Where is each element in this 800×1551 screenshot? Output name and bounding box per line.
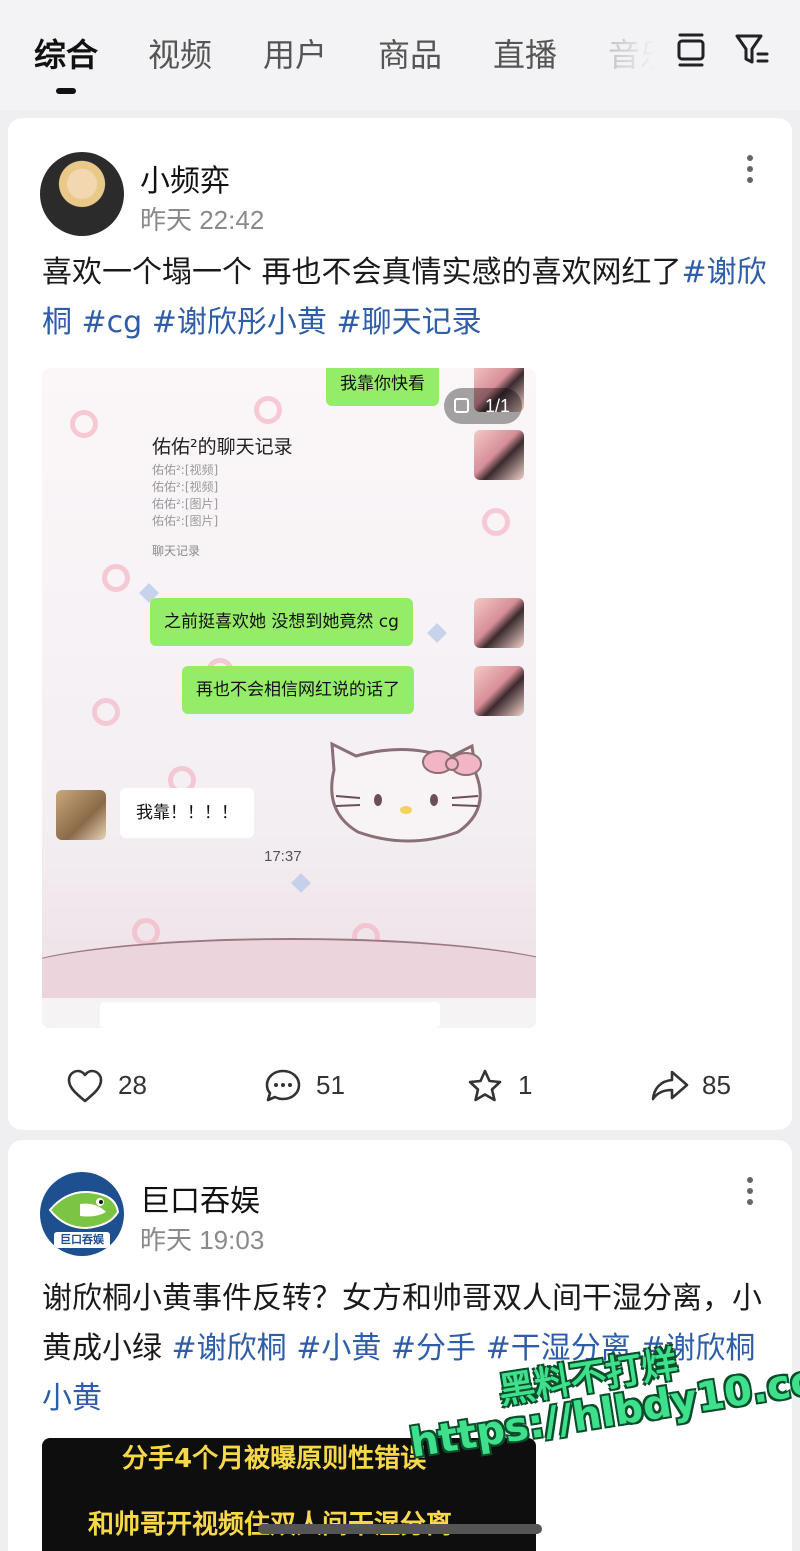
chat-avatar-dog — [56, 790, 106, 840]
decor-heart — [291, 873, 311, 893]
heart-icon — [67, 1069, 103, 1103]
tab-comprehensive[interactable]: 综合 — [34, 30, 98, 76]
share-button[interactable]: 85 — [650, 1066, 780, 1106]
share-icon — [651, 1070, 689, 1101]
record-line: 佑佑²:[视频] — [152, 463, 219, 477]
chat-timestamp: 17:37 — [264, 848, 302, 865]
hashtag[interactable]: #谢欣桐 — [172, 1331, 287, 1366]
chat-bubble-sent: 我靠你快看 — [326, 368, 439, 406]
image-pager: 1/1 — [444, 388, 522, 424]
active-tab-indicator — [56, 88, 76, 94]
record-line: 佑佑²:[图片] — [152, 497, 219, 511]
tab-products[interactable]: 商品 — [378, 30, 442, 76]
hashtag[interactable]: #谢欣彤小黄 — [152, 305, 327, 340]
decor-swirl — [102, 564, 130, 592]
decor-swirl — [70, 410, 98, 438]
hashtag[interactable]: #小黄 — [296, 1331, 381, 1366]
author-avatar[interactable]: 巨口吞娱 — [40, 1172, 124, 1256]
thumbnail-caption: 和帅哥开视频住双人间干湿分离 — [88, 1504, 452, 1541]
post-time: 昨天 19:03 — [140, 1225, 265, 1255]
record-footer: 聊天记录 — [152, 544, 201, 558]
decor-swirl — [482, 508, 510, 536]
comment-count: 51 — [316, 1070, 345, 1100]
chat-input-field — [100, 1002, 440, 1028]
post-image[interactable]: 我靠你快看 1/1 佑佑²的聊天记录 佑佑²:[视频] 佑佑²:[视频] 佑佑²… — [42, 368, 536, 1028]
pager-text: 1/1 — [484, 396, 510, 416]
hashtag[interactable]: #分手 — [391, 1331, 476, 1366]
like-button[interactable]: 28 — [66, 1066, 196, 1106]
tab-overflow-fade — [600, 20, 680, 90]
star-icon — [468, 1069, 502, 1102]
hashtag[interactable]: #cg — [82, 305, 143, 340]
more-options-icon[interactable] — [740, 150, 760, 190]
share-count: 85 — [702, 1070, 731, 1100]
chat-avatar — [474, 598, 524, 648]
chat-bubble-sent: 之前挺喜欢她 没想到她竟然 cg — [150, 598, 413, 646]
tab-users[interactable]: 用户 — [263, 30, 327, 76]
filter-icon[interactable] — [734, 30, 770, 70]
post-body: 谢欣桐小黄事件反转？女方和帅哥双人间干湿分离， — [42, 1281, 732, 1316]
category-tab-bar: 综合 视频 用户 商品 直播 音乐 — [0, 0, 800, 110]
decor-swirl — [254, 396, 282, 424]
post-text[interactable]: 喜欢一个塌一个 再也不会真情实感的喜欢网红了#谢欣桐 #cg #谢欣彤小黄 #聊… — [42, 248, 772, 348]
post-body: 喜欢一个塌一个 再也不会真情实感的喜欢网红了 — [42, 255, 682, 290]
kitty-illustration-icon — [330, 741, 482, 843]
favorite-count: 1 — [518, 1070, 533, 1100]
post-time: 昨天 22:42 — [140, 205, 265, 235]
chat-bubble-sent: 再也不会相信网红说的话了 — [182, 666, 414, 714]
comment-icon — [265, 1069, 301, 1102]
chat-record-card: 佑佑²的聊天记录 佑佑²:[视频] 佑佑²:[视频] 佑佑²:[图片] 佑佑²:… — [152, 432, 452, 559]
record-line: 佑佑²:[视频] — [152, 480, 219, 494]
chat-bubble-received: 我靠！！！！ — [120, 788, 254, 838]
author-name[interactable]: 小频弈 — [140, 156, 230, 200]
more-options-icon[interactable] — [740, 1172, 760, 1212]
decor-heart — [427, 623, 447, 643]
tab-live[interactable]: 直播 — [493, 30, 557, 76]
hashtag[interactable]: #聊天记录 — [336, 305, 481, 340]
author-avatar[interactable] — [40, 152, 124, 236]
record-title: 佑佑²的聊天记录 — [152, 436, 293, 458]
author-name[interactable]: 巨口吞娱 — [140, 1176, 260, 1220]
avatar-logo-text: 巨口吞娱 — [60, 1233, 104, 1246]
record-line: 佑佑²:[图片] — [152, 514, 219, 528]
chat-avatar — [474, 666, 524, 716]
home-indicator[interactable] — [258, 1524, 542, 1534]
chat-avatar — [474, 430, 524, 480]
pages-icon — [454, 398, 469, 413]
like-count: 28 — [118, 1070, 147, 1100]
decor-swirl — [92, 698, 120, 726]
tab-video[interactable]: 视频 — [148, 30, 212, 76]
layout-toggle-icon[interactable] — [674, 30, 710, 70]
favorite-button[interactable]: 1 — [466, 1066, 576, 1106]
comment-button[interactable]: 51 — [264, 1066, 394, 1106]
thumbnail-caption: 分手4个月被曝原则性错误 — [122, 1444, 427, 1474]
post-card[interactable]: 小频弈 昨天 22:42 喜欢一个塌一个 再也不会真情实感的喜欢网红了#谢欣桐 … — [8, 118, 792, 1130]
